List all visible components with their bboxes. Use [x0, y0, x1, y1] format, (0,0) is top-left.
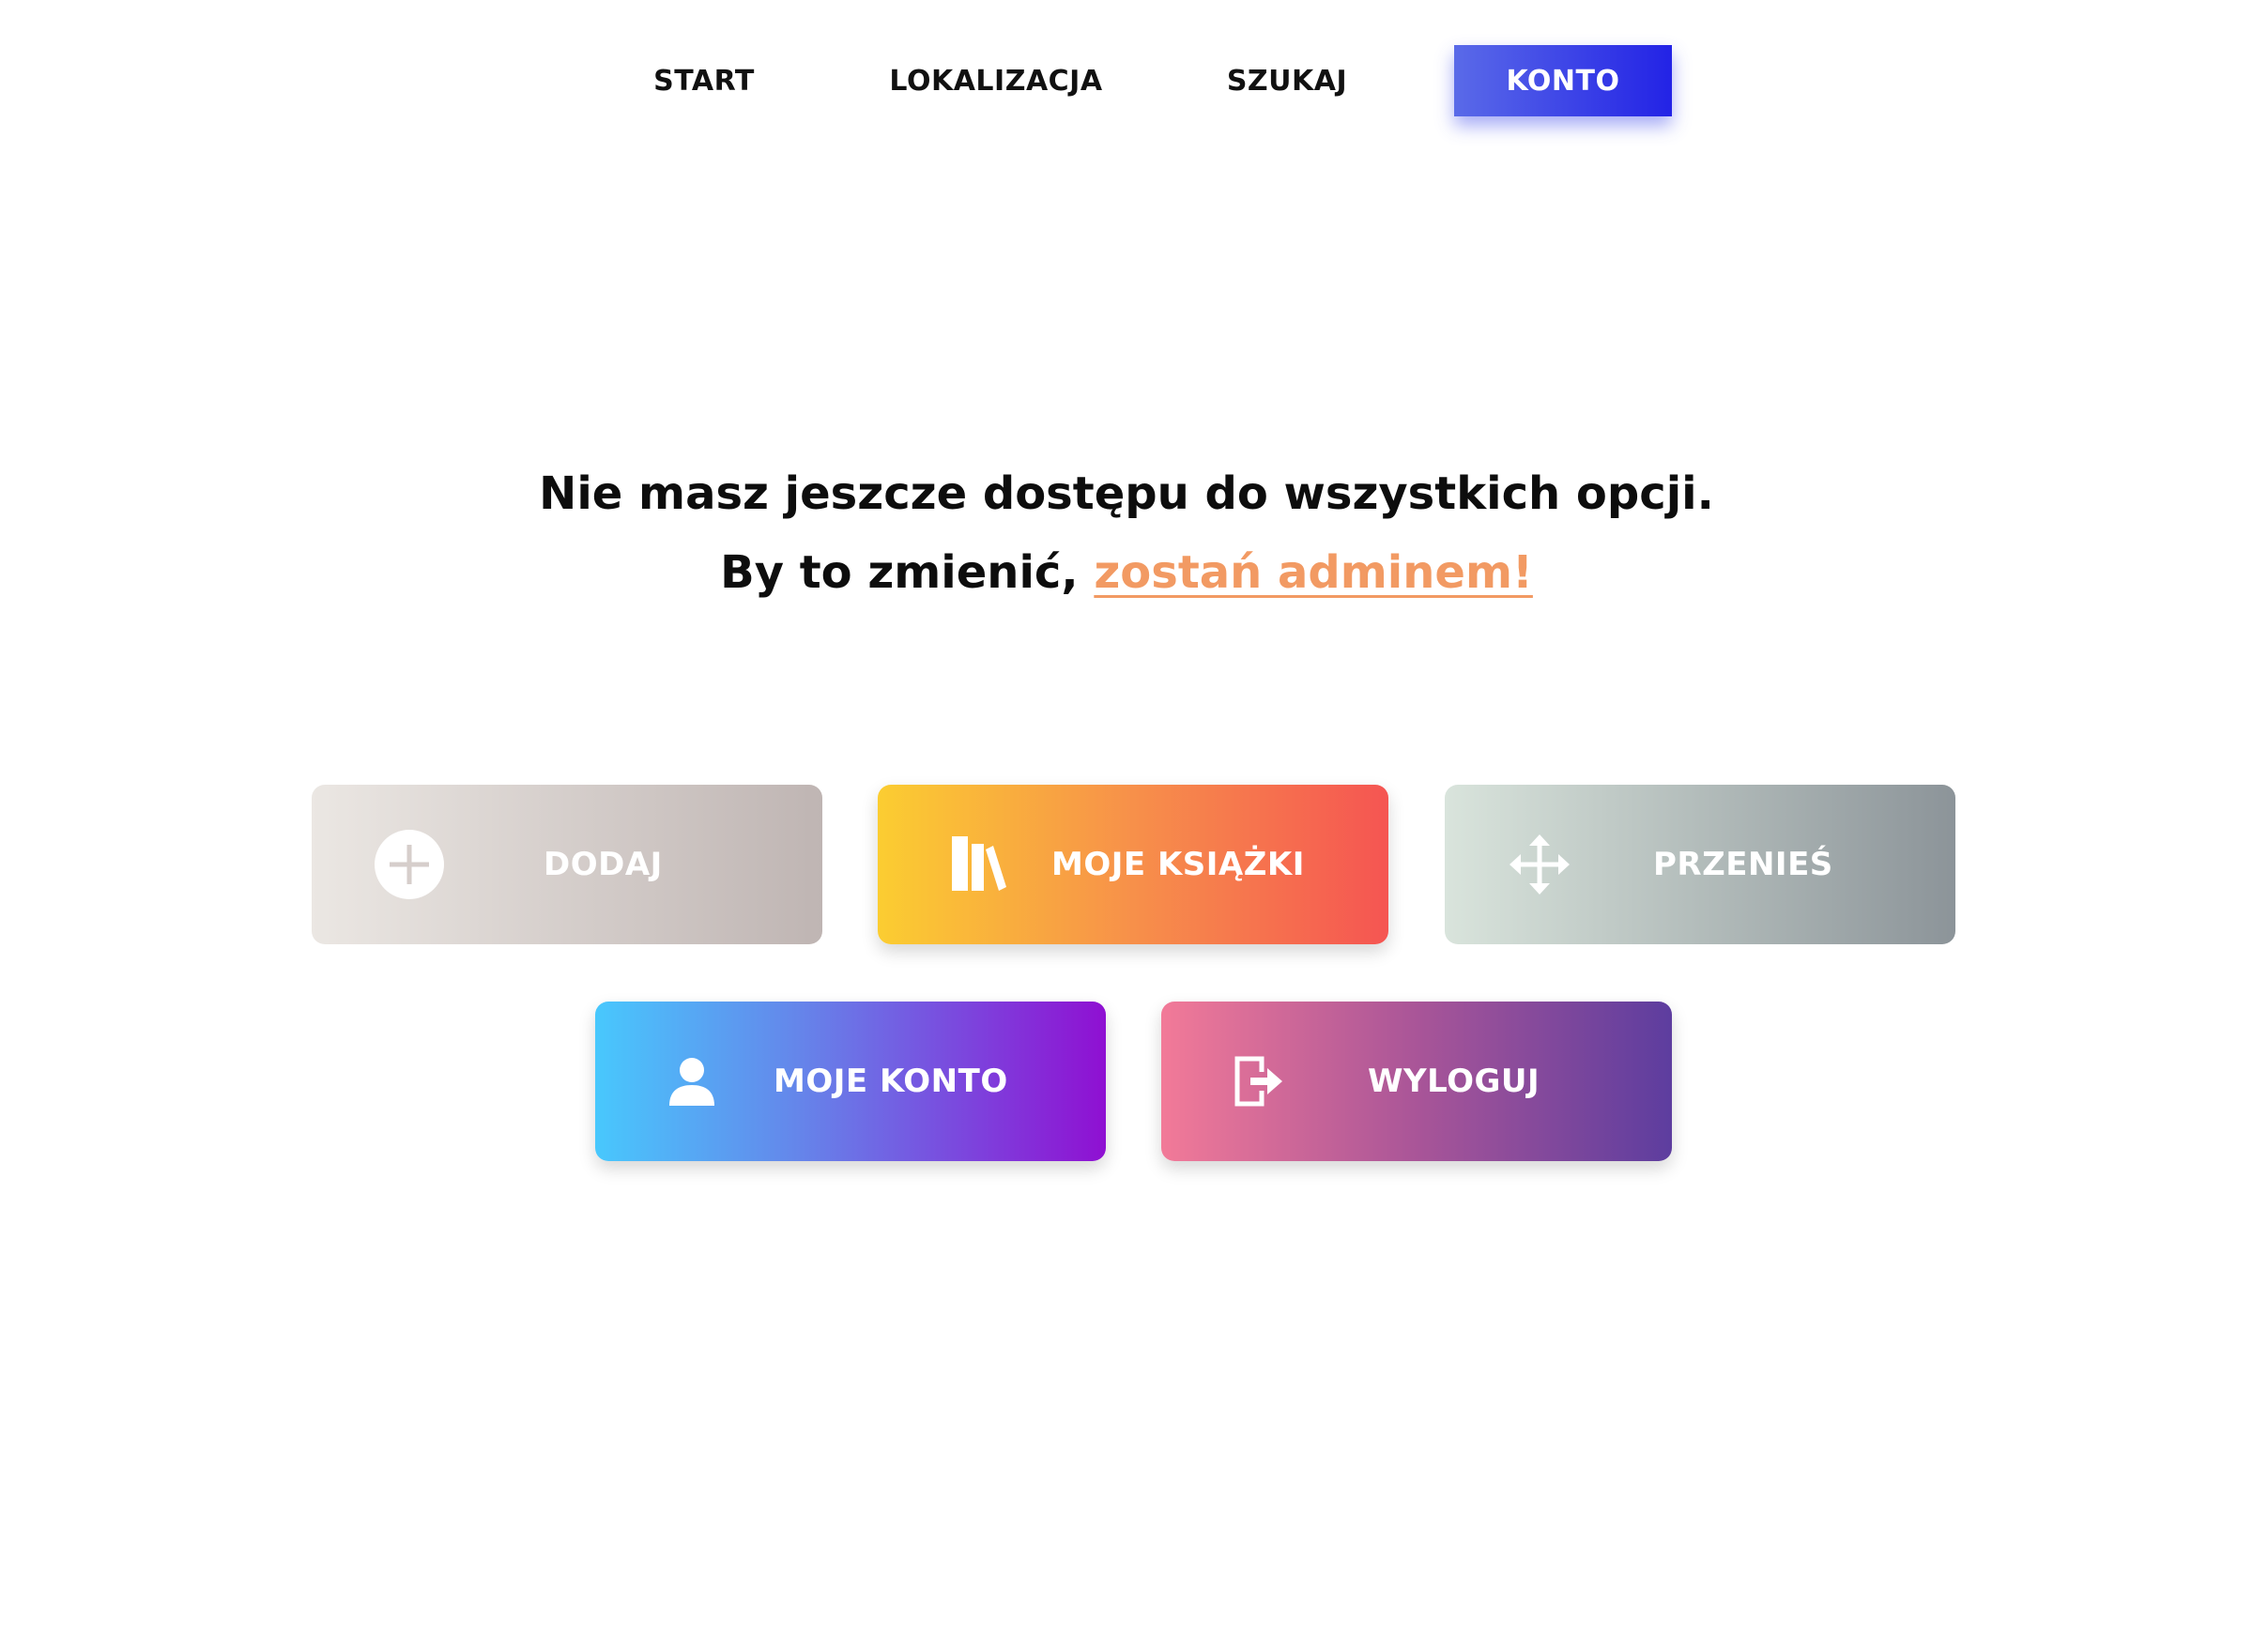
logout-tile[interactable]: WYLOGUJ — [1161, 1002, 1672, 1161]
move-arrows-icon — [1502, 827, 1577, 902]
my-books-tile[interactable]: MOJE KSIĄŻKI — [878, 785, 1388, 944]
nav-lokalizacja[interactable]: LOKALIZACJA — [873, 45, 1119, 116]
my-account-tile-label: MOJE KONTO — [774, 1063, 1008, 1100]
access-message-line2: By to zmienić, zostań adminem! — [0, 533, 2253, 612]
add-tile-label: DODAJ — [544, 846, 663, 883]
logout-icon — [1220, 1044, 1295, 1119]
become-admin-link[interactable]: zostań adminem! — [1094, 546, 1533, 599]
nav-konto[interactable]: KONTO — [1454, 45, 1672, 116]
move-tile: PRZENIEŚ — [1445, 785, 1955, 944]
access-message-line1: Nie masz jeszcze dostępu do wszystkich o… — [539, 467, 1714, 520]
books-icon — [941, 827, 1016, 902]
logout-tile-label: WYLOGUJ — [1368, 1063, 1540, 1100]
user-icon — [654, 1044, 729, 1119]
access-message-prefix: By to zmienić, — [720, 546, 1079, 599]
nav-start[interactable]: START — [623, 45, 785, 116]
nav-szukaj[interactable]: SZUKAJ — [1211, 45, 1363, 116]
move-tile-label: PRZENIEŚ — [1653, 846, 1833, 883]
plus-circle-icon — [372, 827, 447, 902]
add-tile: DODAJ — [312, 785, 822, 944]
my-account-tile[interactable]: MOJE KONTO — [595, 1002, 1106, 1161]
my-books-tile-label: MOJE KSIĄŻKI — [1051, 846, 1305, 883]
page: START LOKALIZACJA SZUKAJ KONTO Nie masz … — [0, 0, 2253, 1652]
